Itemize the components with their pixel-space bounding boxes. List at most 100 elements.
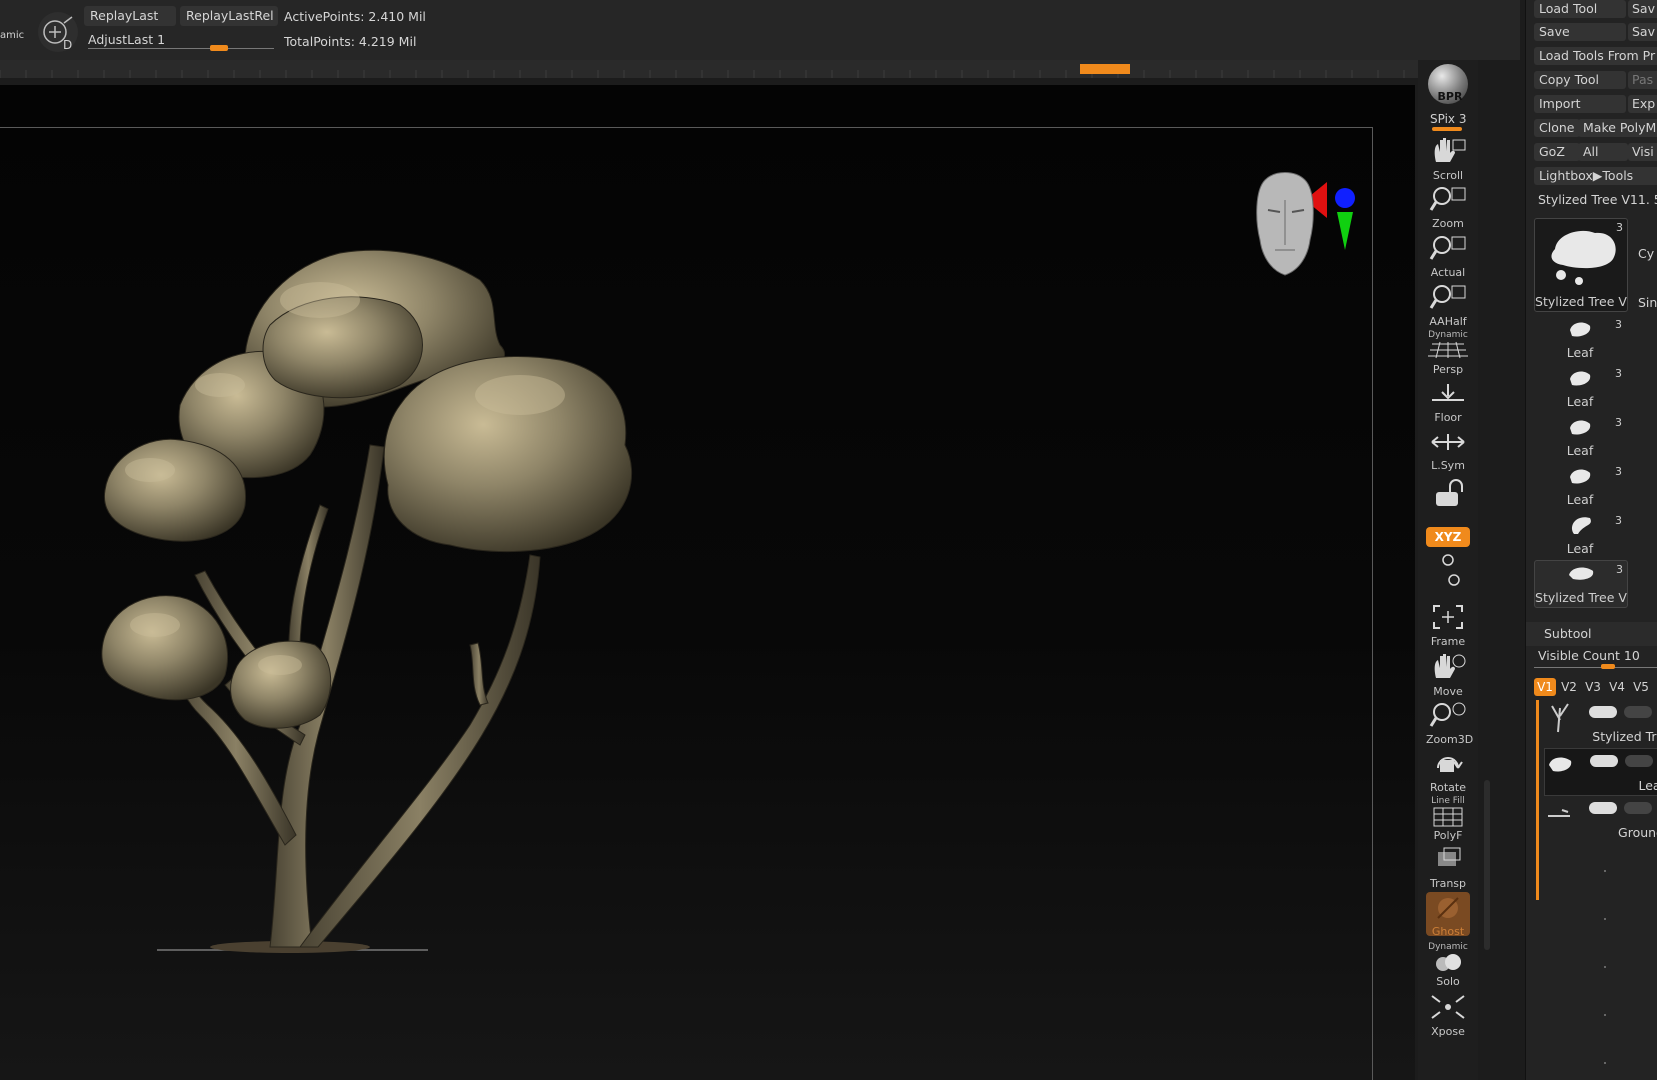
zoom3d-button[interactable]: Zoom3D bbox=[1426, 700, 1474, 746]
transp-button[interactable]: Transp bbox=[1426, 844, 1470, 890]
goz-button[interactable]: GoZ bbox=[1534, 143, 1580, 161]
adjust-last-slider-track[interactable] bbox=[88, 48, 274, 49]
thumb-label: Leaf bbox=[1566, 345, 1594, 360]
load-tool-button[interactable]: Load Tool bbox=[1534, 0, 1626, 18]
replay-last-rel-button[interactable]: ReplayLastRel bbox=[180, 6, 278, 26]
gizmo-y-axis bbox=[1337, 212, 1353, 250]
xpose-button[interactable]: Xpose bbox=[1426, 992, 1470, 1038]
subtool-item-selected[interactable]: Leaf bbox=[1544, 748, 1657, 796]
hand-move-icon bbox=[1434, 654, 1466, 678]
ghost-button[interactable]: Ghost bbox=[1426, 892, 1470, 938]
gizmo-z-axis bbox=[1335, 188, 1355, 208]
empty-slot-dot bbox=[1604, 1014, 1606, 1016]
subtool-item[interactable]: Ground bbox=[1544, 796, 1657, 842]
thumb-label: Leaf bbox=[1566, 394, 1594, 409]
tool-thumb-leaf-1[interactable]: 3 Leaf bbox=[1534, 316, 1626, 362]
3d-viewport-canvas[interactable] bbox=[0, 85, 1415, 1080]
save-button[interactable]: Save bbox=[1534, 23, 1626, 41]
copy-tool-button[interactable]: Copy Tool bbox=[1534, 71, 1626, 89]
subtool-polypaint-toggle[interactable] bbox=[1625, 755, 1653, 767]
navigation-head-gizmo[interactable] bbox=[1240, 150, 1370, 280]
import-button[interactable]: Import bbox=[1534, 95, 1626, 113]
subtool-visibility-toggle[interactable] bbox=[1589, 802, 1617, 814]
floor-button[interactable]: Floor bbox=[1426, 378, 1470, 424]
top-toolbar: amic D ReplayLast ReplayLastRel ActivePo… bbox=[0, 0, 1520, 60]
make-polymesh-button[interactable]: Make PolyM bbox=[1578, 119, 1657, 137]
subtool-name: Leaf bbox=[1638, 778, 1657, 793]
move-button[interactable]: Move bbox=[1426, 652, 1470, 698]
tool-thumb-stylized-tree-2[interactable]: 3 Stylized Tree V bbox=[1534, 560, 1628, 608]
adjust-last-slider-handle[interactable] bbox=[210, 45, 228, 51]
symmetry-arrows-icon bbox=[1431, 434, 1465, 450]
paste-tool-button[interactable]: Pas bbox=[1628, 71, 1657, 89]
visible-count-slider-track[interactable] bbox=[1534, 667, 1657, 668]
thumb-count: 3 bbox=[1615, 416, 1622, 429]
subtool-list-indicator bbox=[1536, 700, 1539, 900]
solo-button[interactable]: Dynamic Solo bbox=[1426, 942, 1470, 988]
tool-thumb-leaf-2[interactable]: 3 Leaf bbox=[1534, 365, 1626, 411]
active-points-text: ActivePoints: 2.410 Mil bbox=[284, 9, 426, 24]
subtool-visibility-toggle[interactable] bbox=[1590, 755, 1618, 767]
subtool-tab-v4[interactable]: V4 bbox=[1606, 678, 1628, 696]
subtool-tab-v2[interactable]: V2 bbox=[1558, 678, 1580, 696]
tool-thumb-leaf-5[interactable]: 3 Leaf bbox=[1534, 512, 1626, 558]
subtool-item[interactable]: Stylized Tre bbox=[1544, 700, 1657, 746]
frame-button[interactable]: Frame bbox=[1426, 602, 1470, 648]
subtool-tab-v1[interactable]: V1 bbox=[1534, 678, 1556, 696]
xyz-rotate-button[interactable]: XYZ bbox=[1426, 527, 1470, 547]
timeline-ruler[interactable] bbox=[0, 60, 1440, 78]
persp-button[interactable]: Dynamic Persp bbox=[1426, 330, 1470, 376]
tool-thumb-stylized-tree[interactable]: 3 Stylized Tree V bbox=[1534, 218, 1628, 312]
rotate-label: Rotate bbox=[1429, 781, 1466, 794]
polyf-button[interactable]: Line Fill PolyF bbox=[1426, 796, 1470, 842]
aahalf-button[interactable]: AAHalf bbox=[1426, 282, 1470, 328]
zoom-button[interactable]: Zoom bbox=[1426, 184, 1470, 230]
subtool-tab-v5[interactable]: V5 bbox=[1630, 678, 1652, 696]
actual-button[interactable]: Actual bbox=[1426, 233, 1470, 279]
subtool-tab-v3[interactable]: V3 bbox=[1582, 678, 1604, 696]
rotate-button[interactable]: Rotate bbox=[1426, 748, 1470, 794]
subtool-header[interactable]: Subtool bbox=[1526, 622, 1657, 646]
load-tools-from-project-button[interactable]: Load Tools From Pr bbox=[1534, 47, 1657, 65]
rotate-axis-buttons[interactable] bbox=[1426, 550, 1470, 590]
subtool-polypaint-toggle[interactable] bbox=[1624, 706, 1652, 718]
persp-dynamic-label: Dynamic bbox=[1428, 330, 1468, 340]
timeline-marker[interactable] bbox=[1080, 64, 1130, 74]
visible-count-label: Visible Count 10 bbox=[1538, 648, 1640, 663]
shelf-scrollbar[interactable] bbox=[1484, 780, 1490, 950]
tool-thumb-leaf-4[interactable]: 3 Leaf bbox=[1534, 463, 1626, 509]
hand-scroll-icon bbox=[1434, 138, 1466, 162]
goz-visible-button[interactable]: Visi bbox=[1628, 143, 1657, 161]
thumb-count: 3 bbox=[1615, 465, 1622, 478]
thumb-count: 3 bbox=[1615, 514, 1622, 527]
save-other-button[interactable]: Sav bbox=[1628, 23, 1657, 41]
save-as-button[interactable]: Sav bbox=[1628, 0, 1657, 18]
bpr-button[interactable]: BPR SPix 3 bbox=[1418, 60, 1478, 140]
replay-last-button[interactable]: ReplayLast bbox=[84, 6, 176, 26]
tool-palette: Load Tool Sav Save Sav Load Tools From P… bbox=[1525, 0, 1657, 1080]
zoom3d-label: Zoom3D bbox=[1426, 733, 1474, 746]
lightbox-tools-button[interactable]: Lightbox▶Tools bbox=[1534, 167, 1657, 185]
goz-all-button[interactable]: All bbox=[1578, 143, 1628, 161]
tool-thumb-leaf-3[interactable]: 3 Leaf bbox=[1534, 414, 1626, 460]
stylized-tree-model[interactable] bbox=[0, 85, 1415, 1080]
subtool-title: Subtool bbox=[1544, 626, 1592, 641]
lsym-button[interactable]: L.Sym bbox=[1426, 426, 1470, 472]
frame-corners-icon bbox=[1433, 605, 1463, 629]
subtool-visibility-toggle[interactable] bbox=[1589, 706, 1617, 718]
export-button[interactable]: Exp bbox=[1628, 95, 1657, 113]
scroll-button[interactable]: Scroll bbox=[1426, 136, 1470, 182]
thumb-label: Leaf bbox=[1566, 492, 1594, 507]
ghost-icon bbox=[1437, 897, 1459, 919]
lock-camera-icon bbox=[1436, 479, 1463, 506]
subtool-polypaint-toggle[interactable] bbox=[1624, 802, 1652, 814]
gizmo-toggle-button[interactable]: D bbox=[38, 12, 78, 52]
local-transform-lock-button[interactable] bbox=[1426, 478, 1470, 522]
spix-slider[interactable] bbox=[1432, 127, 1462, 131]
visible-count-slider-handle[interactable] bbox=[1601, 664, 1615, 669]
clone-button[interactable]: Clone bbox=[1534, 119, 1580, 137]
leaf-thumbnail-icon bbox=[1570, 371, 1591, 386]
move-label: Move bbox=[1433, 685, 1463, 698]
frame-label: Frame bbox=[1430, 635, 1466, 648]
svg-text:D: D bbox=[63, 38, 72, 52]
